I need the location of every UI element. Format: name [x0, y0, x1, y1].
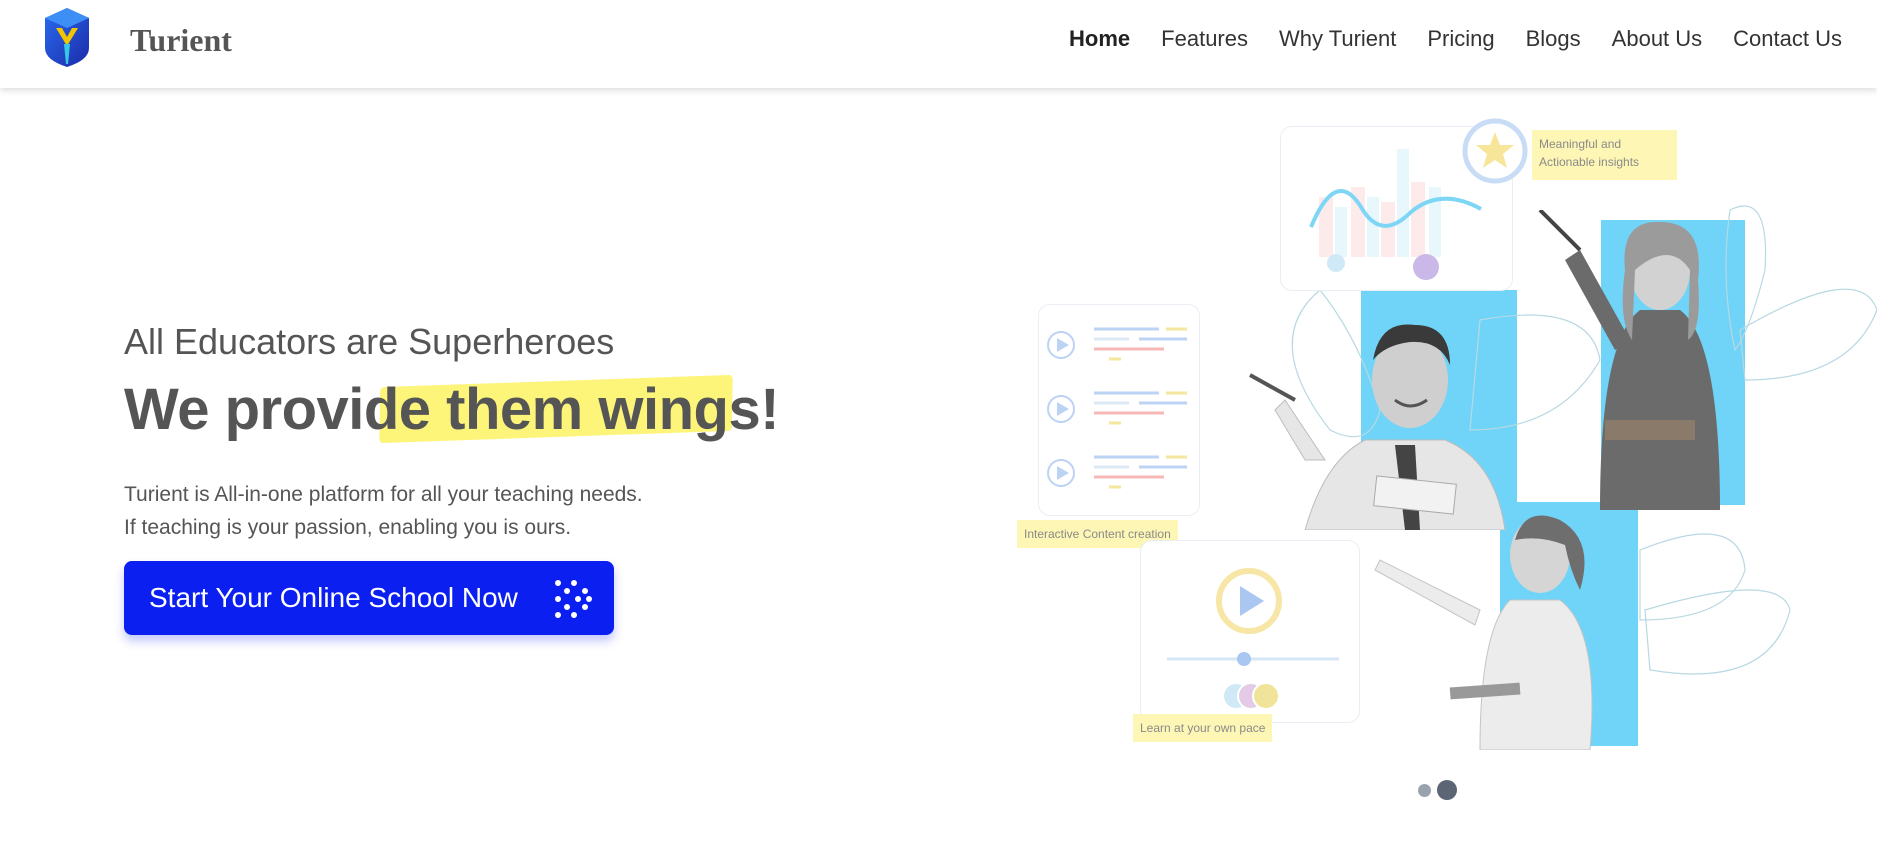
nav-contact-us[interactable]: Contact Us — [1733, 26, 1842, 52]
cta-label: Start Your Online School Now — [149, 582, 518, 613]
star-badge-icon — [1462, 118, 1528, 184]
nav-why-turient[interactable]: Why Turient — [1279, 26, 1396, 52]
content-creation-tag-text: Interactive Content creation — [1024, 527, 1171, 541]
brand-name[interactable]: Turient — [130, 22, 232, 59]
nav-features[interactable]: Features — [1161, 26, 1248, 52]
turient-logo-icon[interactable] — [42, 6, 92, 68]
navbar: Turient Home Features Why Turient Pricin… — [0, 0, 1877, 88]
hero-desc-line-1: Turient is All-in-one platform for all y… — [124, 483, 643, 506]
learn-pace-tag-text: Learn at your own pace — [1140, 721, 1266, 735]
teacher-woman-presenting-illustration — [1374, 515, 1593, 750]
carousel-pager — [1418, 780, 1457, 800]
hero-kicker: All Educators are Superheroes — [124, 321, 615, 362]
start-online-school-button[interactable]: Start Your Online School Now — [124, 561, 614, 635]
hero-desc-line-2: If teaching is your passion, enabling yo… — [124, 516, 572, 539]
headline-part-c: ! — [760, 377, 780, 442]
headline-part-a: We provide — [124, 377, 447, 442]
video-player-icon — [1167, 568, 1339, 710]
content-list-card — [1038, 304, 1200, 516]
arrow-dots-icon — [555, 580, 592, 618]
nav-blogs[interactable]: Blogs — [1526, 26, 1581, 52]
video-player-card — [1140, 540, 1360, 723]
content-list-icon — [1047, 327, 1187, 489]
carousel-dot-2[interactable] — [1437, 780, 1457, 800]
hero-illustration: Meaningful and Actionable insights Inter… — [1000, 110, 1877, 760]
teacher-man-illustration — [1249, 324, 1506, 530]
insights-tag: Meaningful and Actionable insights — [1532, 130, 1677, 180]
hero-description: Turient is All-in-one platform for all y… — [124, 478, 643, 544]
carousel-dot-1[interactable] — [1418, 783, 1431, 797]
hero-headline: We provide them wings! — [124, 376, 780, 443]
nav-pricing[interactable]: Pricing — [1427, 26, 1494, 52]
learn-pace-tag: Learn at your own pace — [1133, 714, 1273, 742]
insights-tag-text: Meaningful and Actionable insights — [1539, 137, 1640, 169]
main-nav: Home Features Why Turient Pricing Blogs … — [1038, 26, 1842, 52]
nav-about-us[interactable]: About Us — [1612, 26, 1703, 52]
headline-highlight: them wings — [446, 377, 761, 442]
teacher-woman-pointer-illustration — [1538, 210, 1720, 510]
nav-home[interactable]: Home — [1069, 26, 1130, 52]
